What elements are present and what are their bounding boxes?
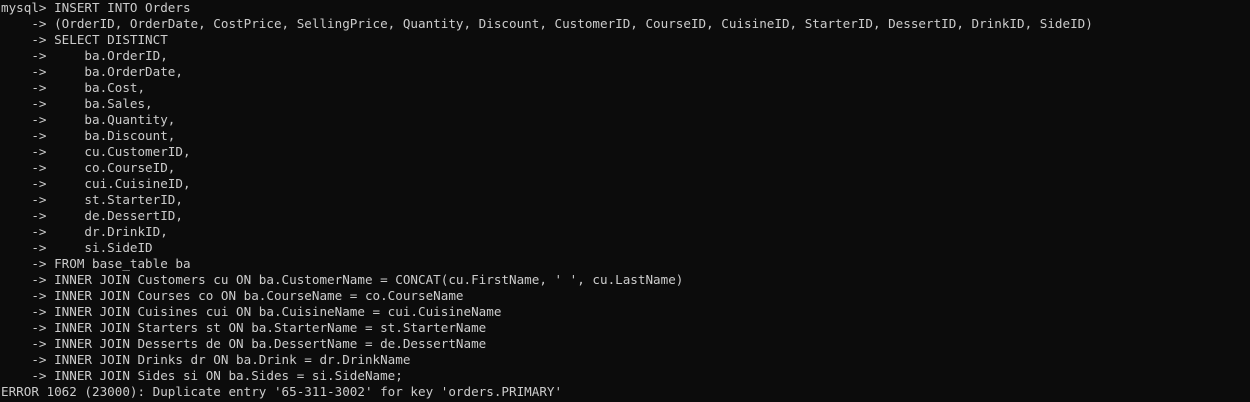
terminal-line: -> de.DessertID, [1,208,183,223]
terminal-line: -> FROM base_table ba [1,256,191,271]
terminal-line: -> INNER JOIN Customers cu ON ba.Custome… [1,272,684,287]
terminal-line: -> si.SideID [1,240,153,255]
terminal-line: -> cui.CuisineID, [1,176,191,191]
terminal-line: -> SELECT DISTINCT [1,32,168,47]
terminal-line: -> co.CourseID, [1,160,176,175]
terminal-line: -> ba.Sales, [1,96,153,111]
terminal-line: -> ba.OrderDate, [1,64,183,79]
terminal-line: -> INNER JOIN Desserts de ON ba.DessertN… [1,336,487,351]
terminal-window[interactable]: mysql> INSERT INTO Orders -> (OrderID, O… [0,0,1250,402]
terminal-line: -> dr.DrinkID, [1,224,168,239]
error-message: ERROR 1062 (23000): Duplicate entry '65-… [1,384,563,399]
terminal-line: -> cu.CustomerID, [1,144,191,159]
terminal-line: mysql> INSERT INTO Orders [1,0,191,15]
terminal-line: -> INNER JOIN Drinks dr ON ba.Drink = dr… [1,352,411,367]
terminal-line: -> INNER JOIN Starters st ON ba.StarterN… [1,320,487,335]
terminal-line: -> ba.Cost, [1,80,146,95]
terminal-line: -> ba.OrderID, [1,48,168,63]
terminal-line: -> INNER JOIN Cuisines cui ON ba.Cuisine… [1,304,502,319]
terminal-line: -> INNER JOIN Courses co ON ba.CourseNam… [1,288,464,303]
terminal-line: -> INNER JOIN Sides si ON ba.Sides = si.… [1,368,403,383]
terminal-line: -> (OrderID, OrderDate, CostPrice, Selli… [1,16,1093,31]
terminal-line: -> st.StarterID, [1,192,183,207]
terminal-line: -> ba.Quantity, [1,112,176,127]
terminal-line: -> ba.Discount, [1,128,176,143]
